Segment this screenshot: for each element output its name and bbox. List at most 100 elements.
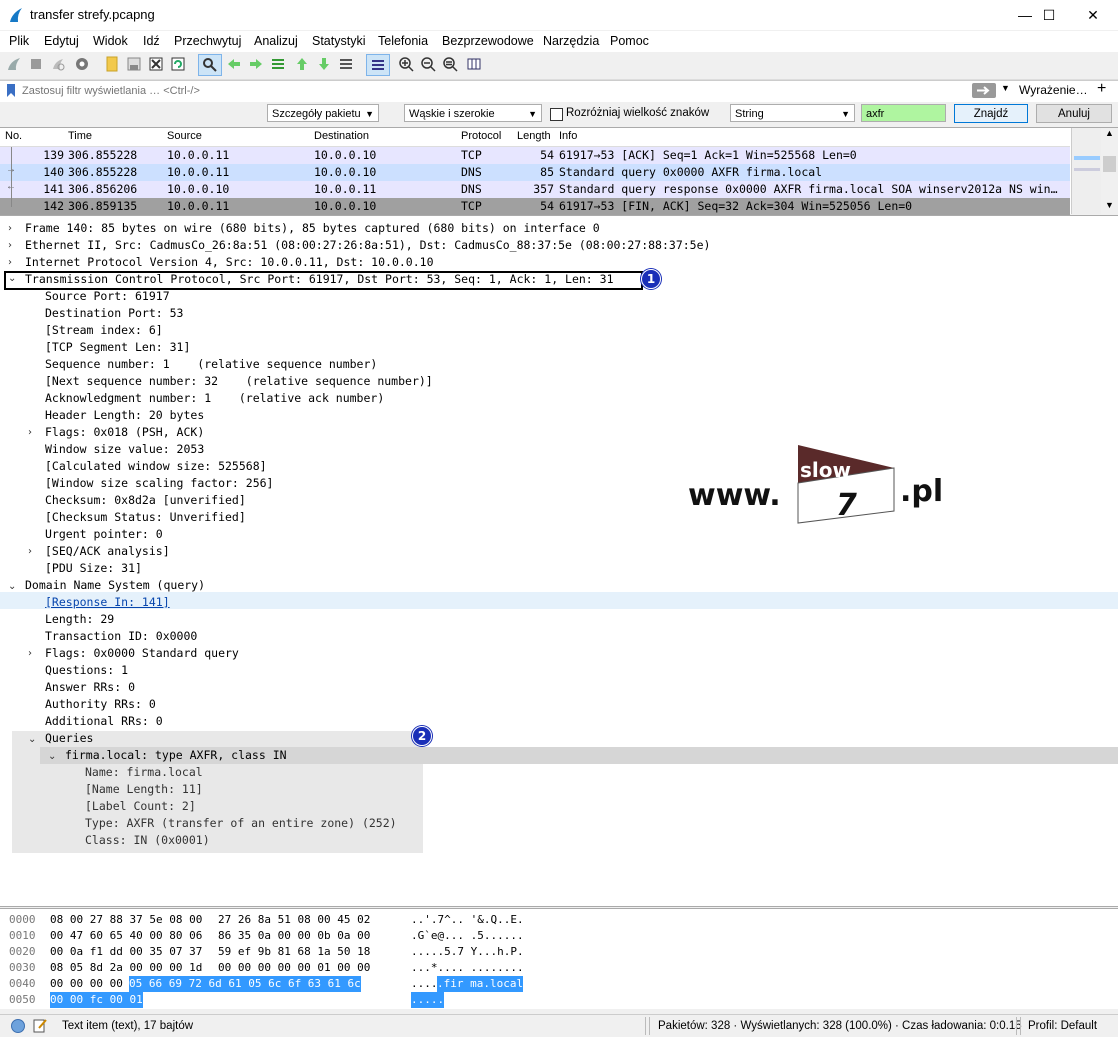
byte-hex[interactable]: 08 05 8d 2a 00 00 00 1d <box>50 960 202 976</box>
bookmark-icon[interactable] <box>5 83 17 98</box>
byte-ascii[interactable]: ..'.7^.. '&.Q..E. <box>411 912 524 928</box>
dns-field[interactable]: Answer RRs: 0 <box>45 679 135 696</box>
save-file-icon[interactable] <box>126 56 142 72</box>
colorize-toggle[interactable] <box>366 54 390 76</box>
byte-ascii[interactable]: .... <box>411 976 438 992</box>
dns-field[interactable]: Additional RRs: 0 <box>45 713 163 730</box>
search-value-input[interactable]: axfr <box>861 104 946 122</box>
byte-ascii-selected[interactable]: .fir ma.local <box>437 976 524 992</box>
menu-bezprzewodowe[interactable]: Bezprzewodowe <box>442 34 534 48</box>
col-source[interactable]: Source <box>167 130 202 142</box>
add-filter-button[interactable]: + <box>1097 80 1106 98</box>
col-length[interactable]: Length <box>517 130 551 142</box>
byte-ascii[interactable]: ...*.... ........ <box>411 960 524 976</box>
expand-arrow-icon[interactable]: › <box>8 257 12 268</box>
menu-statystyki[interactable]: Statystyki <box>312 34 366 48</box>
query-field[interactable]: Type: AXFR (transfer of an entire zone) … <box>85 815 397 832</box>
search-in-select[interactable]: Szczegóły pakietu ▼ <box>267 104 379 122</box>
byte-hex[interactable]: 86 35 0a 00 00 0b 0a 00 <box>218 928 370 944</box>
dns-field[interactable]: Length: 29 <box>45 611 114 628</box>
apply-filter-button[interactable] <box>972 83 996 98</box>
maximize-button[interactable]: ☐ <box>1026 0 1072 30</box>
query-field[interactable]: Name: firma.local <box>85 764 203 781</box>
query-field[interactable]: Class: IN (0x0001) <box>85 832 210 849</box>
tcp-field[interactable]: Flags: 0x018 (PSH, ACK) <box>45 424 204 441</box>
menu-pomoc[interactable]: Pomoc <box>610 34 649 48</box>
expert-info-icon[interactable] <box>11 1019 25 1033</box>
case-sensitive-checkbox[interactable] <box>550 108 563 121</box>
ethernet-tree-item[interactable]: Ethernet II, Src: CadmusCo_26:8a:51 (08:… <box>25 237 710 254</box>
expression-button[interactable]: Wyrażenie… <box>1019 83 1088 97</box>
byte-hex[interactable]: 59 ef 9b 81 68 1a 50 18 <box>218 944 370 960</box>
chevron-down-icon[interactable]: ▼ <box>1105 200 1114 210</box>
query-field[interactable]: [Label Count: 2] <box>85 798 196 815</box>
byte-hex[interactable]: 00 47 60 65 40 00 80 06 <box>50 928 202 944</box>
collapse-arrow-icon[interactable]: ⌄ <box>8 273 16 284</box>
tcp-field[interactable]: Header Length: 20 bytes <box>45 407 204 424</box>
byte-hex[interactable]: 00 0a f1 dd 00 35 07 37 <box>50 944 202 960</box>
menu-narzedzia[interactable]: Narzędzia <box>543 34 599 48</box>
go-back-icon[interactable] <box>226 56 242 72</box>
byte-hex[interactable]: 00 00 00 00 00 01 00 00 <box>218 960 370 976</box>
close-button[interactable]: ✕ <box>1070 0 1116 30</box>
dns-tree-item[interactable]: Domain Name System (query) <box>25 577 205 594</box>
collapse-arrow-icon[interactable]: ⌄ <box>28 734 36 745</box>
profile-status[interactable]: Profil: Default <box>1028 1020 1097 1032</box>
expand-arrow-icon[interactable]: › <box>28 648 32 659</box>
resize-columns-icon[interactable] <box>466 56 482 72</box>
tcp-field[interactable]: [Checksum Status: Unverified] <box>45 509 246 526</box>
find-button[interactable]: Znajdź <box>954 104 1028 123</box>
stop-capture-icon[interactable] <box>28 56 44 72</box>
tcp-field[interactable]: [Next sequence number: 32 (relative sequ… <box>45 373 433 390</box>
tcp-field[interactable]: Source Port: 61917 <box>45 288 170 305</box>
expand-arrow-icon[interactable]: › <box>8 240 12 251</box>
tcp-field[interactable]: [TCP Segment Len: 31] <box>45 339 190 356</box>
byte-hex[interactable]: 00 00 00 00 <box>50 976 129 992</box>
byte-ascii-selected[interactable]: ..... <box>411 992 445 1008</box>
dns-field[interactable]: Authority RRs: 0 <box>45 696 156 713</box>
col-time[interactable]: Time <box>68 130 92 142</box>
find-packet-toggle[interactable] <box>198 54 222 76</box>
queries-tree-item[interactable]: Queries <box>45 730 93 747</box>
response-in-link[interactable]: [Response In: 141] <box>45 594 170 611</box>
query-tree-item[interactable]: firma.local: type AXFR, class IN <box>65 747 287 764</box>
reload-file-icon[interactable] <box>170 56 186 72</box>
ip-tree-item[interactable]: Internet Protocol Version 4, Src: 10.0.0… <box>25 254 434 271</box>
col-protocol[interactable]: Protocol <box>461 130 501 142</box>
byte-hex[interactable]: 08 00 27 88 37 5e 08 00 <box>50 912 202 928</box>
tcp-field[interactable]: [Calculated window size: 525568] <box>45 458 267 475</box>
packet-row[interactable]: 140 306.855228 10.0.0.11 10.0.0.10 DNS 85 Stan… <box>0 164 1070 181</box>
col-destination[interactable]: Destination <box>314 130 369 142</box>
menu-telefonia[interactable]: Telefonia <box>378 34 428 48</box>
display-filter-input[interactable] <box>20 82 972 99</box>
cancel-button[interactable]: Anuluj <box>1036 104 1112 123</box>
edit-comment-icon[interactable] <box>33 1018 48 1033</box>
search-type-select[interactable]: String ▼ <box>730 104 855 122</box>
tcp-tree-item[interactable]: Transmission Control Protocol, Src Port:… <box>25 271 614 288</box>
zoom-out-icon[interactable] <box>420 56 436 72</box>
byte-ascii[interactable]: .....5.7 Y...h.P. <box>411 944 524 960</box>
chevron-up-icon[interactable]: ▲ <box>1105 128 1114 138</box>
menu-widok[interactable]: Widok <box>93 34 128 48</box>
autoscroll-icon[interactable] <box>338 56 354 72</box>
expand-arrow-icon[interactable]: › <box>28 427 32 438</box>
query-field[interactable]: [Name Length: 11] <box>85 781 203 798</box>
tcp-field[interactable]: Sequence number: 1 (relative sequence nu… <box>45 356 377 373</box>
byte-hex-selected[interactable]: 05 66 69 72 6d 61 05 6c 6f 63 61 6c <box>129 976 361 992</box>
collapse-arrow-icon[interactable]: ⌄ <box>8 581 16 592</box>
menu-analizuj[interactable]: Analizuj <box>254 34 298 48</box>
tcp-field[interactable]: Destination Port: 53 <box>45 305 183 322</box>
capture-options-icon[interactable] <box>74 56 90 72</box>
go-last-icon[interactable] <box>316 56 332 72</box>
go-to-packet-icon[interactable] <box>270 56 286 72</box>
go-forward-icon[interactable] <box>248 56 264 72</box>
byte-hex[interactable]: 27 26 8a 51 08 00 45 02 <box>218 912 370 928</box>
packet-row[interactable]: 142 306.859135 10.0.0.11 10.0.0.10 TCP 54 6191… <box>0 198 1070 215</box>
tcp-field[interactable]: Urgent pointer: 0 <box>45 526 163 543</box>
packet-row[interactable]: 139 306.855228 10.0.0.11 10.0.0.10 TCP 54 6191… <box>0 147 1070 164</box>
expand-arrow-icon[interactable]: › <box>8 223 12 234</box>
tcp-field[interactable]: Window size value: 2053 <box>45 441 204 458</box>
normal-size-icon[interactable] <box>442 56 458 72</box>
expand-arrow-icon[interactable]: › <box>28 546 32 557</box>
dns-field[interactable]: Questions: 1 <box>45 662 128 679</box>
